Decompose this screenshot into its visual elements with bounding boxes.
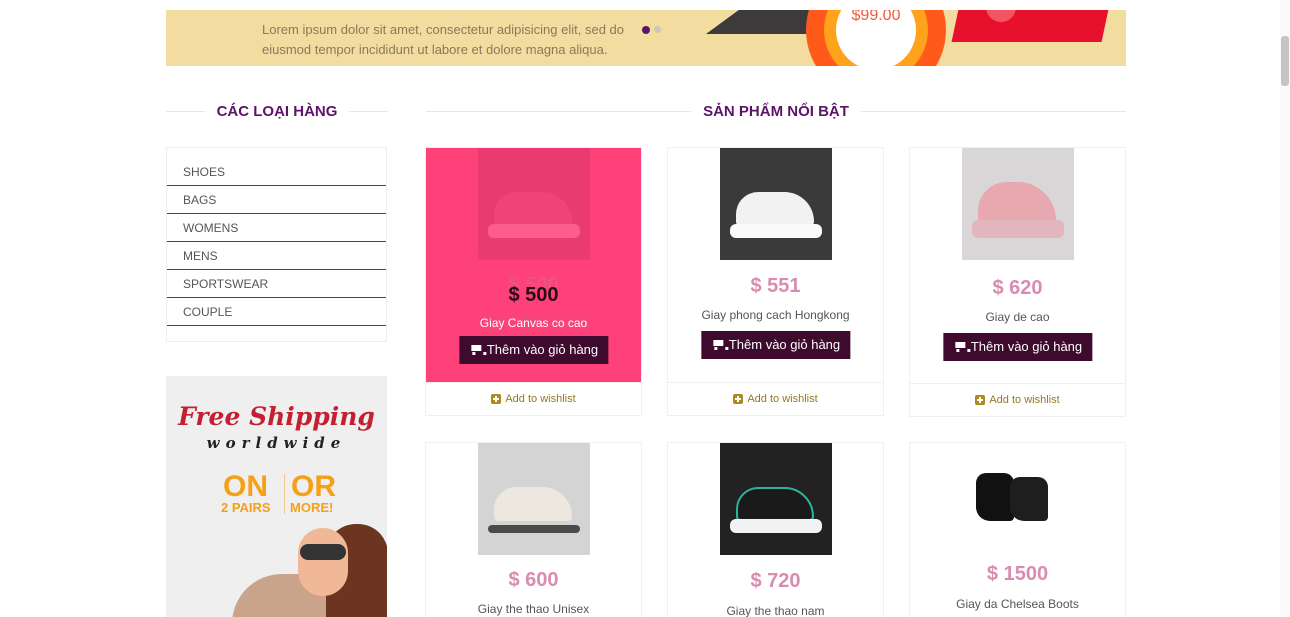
category-womens[interactable]: WOMENS xyxy=(167,214,386,242)
black-sport-shoe-icon xyxy=(735,487,814,521)
shoe-sole xyxy=(487,525,580,533)
hero-slider[interactable]: Lorem ipsum dolor sit amet, consectetur … xyxy=(166,10,1126,66)
featured-heading: SẢN PHẨM NỔI BẬT xyxy=(426,99,1126,123)
add-to-cart-label: Thêm vào giỏ hàng xyxy=(970,339,1083,354)
product-name[interactable]: Giay the thao Unisex xyxy=(426,602,641,616)
shoe-sole xyxy=(729,519,822,533)
product-name[interactable]: Giay de cao xyxy=(910,310,1125,324)
hero-text: Lorem ipsum dolor sit amet, consectetur … xyxy=(262,22,625,57)
cart-icon xyxy=(953,342,970,352)
add-to-cart-label: Thêm vào giỏ hàng xyxy=(486,342,599,357)
cart-icon xyxy=(469,345,486,355)
add-to-cart-button[interactable]: Thêm vào giỏ hàng xyxy=(942,333,1093,361)
slider-dots xyxy=(642,26,661,34)
product-card-main: $ 1500 Giay da Chelsea Boots xyxy=(910,443,1125,617)
slider-dot-1[interactable] xyxy=(642,26,650,34)
add-to-cart-button[interactable]: Thêm vào giỏ hàng xyxy=(458,336,609,364)
ad-or: OR xyxy=(291,470,336,503)
product-image[interactable] xyxy=(961,148,1074,260)
ad-more: MORE! xyxy=(290,500,334,515)
plus-square-icon xyxy=(491,394,502,404)
product-image[interactable] xyxy=(961,443,1074,555)
hero-red-shape xyxy=(951,10,1111,42)
add-to-cart-label: Thêm vào giỏ hàng xyxy=(728,337,841,352)
ad-model-face xyxy=(298,528,348,596)
heading-line-left xyxy=(166,110,205,112)
shoe-sole xyxy=(971,220,1064,238)
black-chelsea-boots-icon xyxy=(975,473,1014,521)
product-card-main: $ 620 Giay de cao Thêm vào giỏ hàng xyxy=(910,148,1125,383)
grey-running-shoe-icon xyxy=(493,487,572,521)
product-image[interactable] xyxy=(477,148,590,260)
pink-sneaker-icon xyxy=(493,192,572,226)
product-card[interactable]: $ 551 Giay phong cach Hongkong Thêm vào … xyxy=(667,147,884,416)
add-to-wishlist-link[interactable]: Add to wishlist xyxy=(668,382,883,415)
product-price: $ 600 xyxy=(508,569,559,591)
product-card[interactable]: $ 600 Giay the thao Unisex xyxy=(425,442,642,617)
category-list: SHOES BAGS WOMENS MENS SPORTSWEAR COUPLE xyxy=(166,147,387,342)
product-name[interactable]: Giay Canvas co cao xyxy=(426,316,641,330)
category-sportswear[interactable]: SPORTSWEAR xyxy=(167,270,386,298)
shoe-sole xyxy=(729,224,822,238)
ad-title: Free Shipping xyxy=(178,402,375,431)
category-shoes[interactable]: SHOES xyxy=(167,158,386,186)
product-card[interactable]: $ 720 Giay the thao nam xyxy=(667,442,884,617)
scrollbar-thumb[interactable] xyxy=(1281,36,1289,86)
cart-icon xyxy=(711,340,728,350)
hero-price: $99.00 xyxy=(851,10,901,24)
ad-model-sunglasses xyxy=(300,544,346,560)
add-to-wishlist-link[interactable]: Add to wishlist xyxy=(910,383,1125,416)
product-image[interactable] xyxy=(477,443,590,555)
category-mens[interactable]: MENS xyxy=(167,242,386,270)
free-shipping-ad[interactable]: Free Shipping worldwide ON OR 2 PAIRS MO… xyxy=(166,376,387,617)
shoe-sole xyxy=(487,224,580,238)
product-name[interactable]: Giay phong cach Hongkong xyxy=(668,308,883,322)
black-chelsea-boot-right xyxy=(1009,477,1048,521)
product-card-main: $ 720 Giay the thao nam xyxy=(668,443,883,617)
product-price: $ 720 xyxy=(750,570,801,592)
shop-page: Lorem ipsum dolor sit amet, consectetur … xyxy=(0,0,1290,617)
wishlist-label: Add to wishlist xyxy=(505,392,576,405)
heading-line-right xyxy=(349,110,389,112)
product-card-main: $ 600 Giay the thao Unisex xyxy=(426,443,641,617)
product-image[interactable] xyxy=(719,148,832,260)
wishlist-label: Add to wishlist xyxy=(747,392,818,405)
page-scrollbar[interactable] xyxy=(1280,0,1290,617)
ad-subtitle: worldwide xyxy=(206,434,347,452)
product-card-main: $ 551 Giay phong cach Hongkong Thêm vào … xyxy=(668,148,883,382)
product-card-main: $ 500 $ 500 Giay Canvas co cao Giay Canv… xyxy=(426,148,641,382)
category-couple[interactable]: COUPLE xyxy=(167,298,386,326)
plus-square-icon xyxy=(733,394,744,404)
product-image[interactable] xyxy=(719,443,832,555)
featured-title: SẢN PHẨM NỔI BẬT xyxy=(703,102,849,120)
wishlist-label: Add to wishlist xyxy=(989,393,1060,406)
category-bags[interactable]: BAGS xyxy=(167,186,386,214)
heading-line-left xyxy=(426,110,692,112)
product-name[interactable]: Giay the thao nam xyxy=(668,604,883,617)
add-to-cart-button[interactable]: Thêm vào giỏ hàng xyxy=(700,331,851,359)
ad-separator xyxy=(284,474,285,514)
product-price: $ 551 xyxy=(750,275,801,297)
product-card[interactable]: $ 620 Giay de cao Thêm vào giỏ hàng Add … xyxy=(909,147,1126,417)
product-card[interactable]: $ 1500 Giay da Chelsea Boots xyxy=(909,442,1126,617)
product-price: $ 620 xyxy=(992,277,1043,299)
product-name[interactable]: Giay da Chelsea Boots xyxy=(910,597,1125,611)
white-sneaker-icon xyxy=(735,192,814,226)
categories-heading: CÁC LOẠI HÀNG xyxy=(166,99,389,123)
product-card[interactable]: $ 500 $ 500 Giay Canvas co cao Giay Canv… xyxy=(425,147,642,416)
product-price: $ 1500 xyxy=(986,563,1049,585)
add-to-wishlist-link[interactable]: Add to wishlist xyxy=(426,382,641,415)
heading-line-right xyxy=(860,110,1126,112)
ad-on: ON xyxy=(223,470,268,503)
ad-pairs: 2 PAIRS xyxy=(221,500,271,515)
categories-title: CÁC LOẠI HÀNG xyxy=(216,102,338,120)
product-price: $ 500 xyxy=(508,284,559,306)
slider-dot-2[interactable] xyxy=(654,26,661,33)
plus-square-icon xyxy=(975,395,986,405)
